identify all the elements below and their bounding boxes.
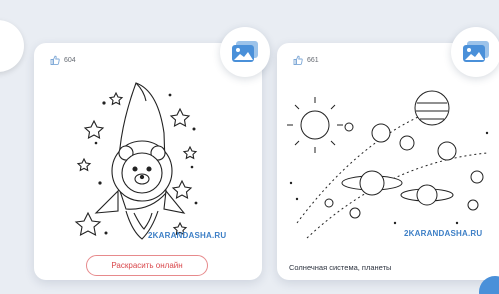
- image-gallery-icon: [463, 41, 489, 62]
- thumbs-up-icon: [293, 55, 303, 65]
- solar-system-illustration[interactable]: [277, 73, 499, 253]
- thumbs-up-icon: [50, 55, 60, 65]
- paint-online-button[interactable]: Раскрасить онлайн: [86, 255, 208, 276]
- likes-count: 604: [64, 56, 76, 64]
- site-watermark: 2KARANDASHA.RU: [404, 229, 483, 238]
- coloring-card-solar-system[interactable]: 661 2KARANDASHA.RU Солнечная система, пл…: [277, 27, 499, 280]
- site-watermark: 2KARANDASHA.RU: [148, 231, 227, 240]
- likes-count: 661: [307, 56, 319, 64]
- rocket-bear-illustration[interactable]: [34, 73, 262, 253]
- card-title[interactable]: Солнечная система, планеты: [289, 263, 391, 272]
- coloring-gallery: 604 2KARANDASHA.RU Раскрасить онлайн 661…: [0, 0, 499, 294]
- likes-counter[interactable]: 661: [293, 55, 319, 65]
- gallery-badge[interactable]: [451, 27, 499, 77]
- coloring-card-rocket[interactable]: 604 2KARANDASHA.RU Раскрасить онлайн: [34, 27, 270, 280]
- previous-card-badge: [0, 20, 24, 72]
- gallery-badge[interactable]: [220, 27, 270, 77]
- likes-counter[interactable]: 604: [50, 55, 76, 65]
- image-gallery-icon: [232, 41, 258, 62]
